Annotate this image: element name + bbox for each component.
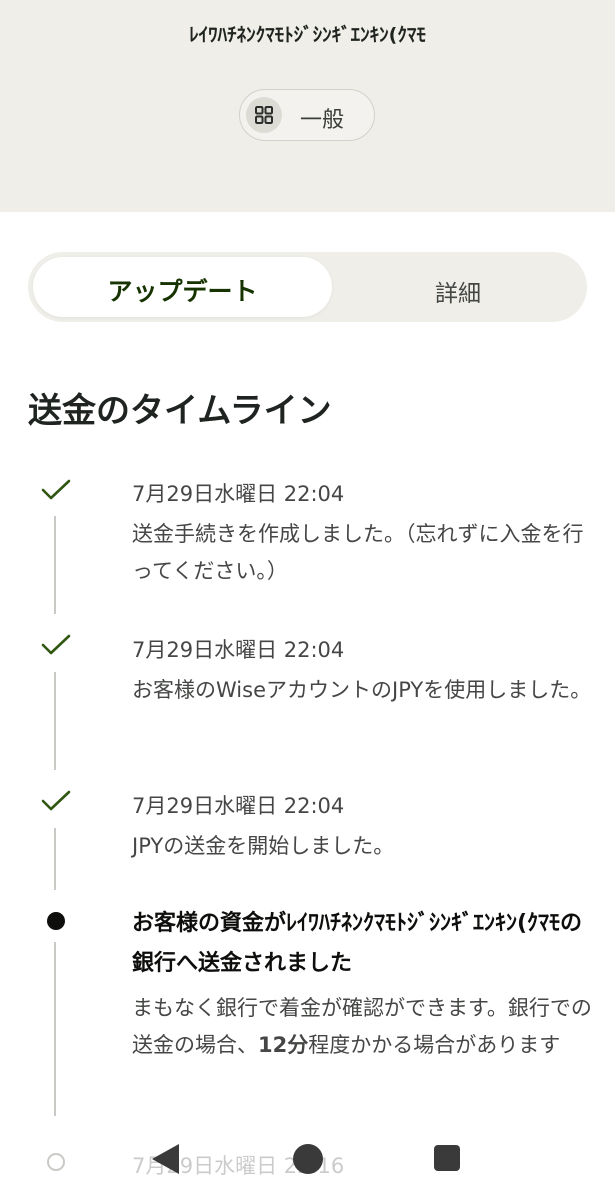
category-button[interactable]: 一般 (239, 89, 375, 141)
tab-updates[interactable]: アップデート (33, 257, 332, 317)
back-icon[interactable] (150, 1142, 182, 1176)
event-text: 送金手続きを作成しました。（忘れずに入金を行ってください。） (132, 522, 584, 583)
event-text-duration: 12分 (258, 1033, 309, 1057)
category-label: 一般 (300, 108, 345, 133)
event-text: まもなく銀行で着金が確認ができます。銀行での送金の場合、12分程度かかる場合があ… (132, 990, 594, 1064)
home-icon[interactable] (293, 1144, 323, 1174)
tab-details-label: 詳細 (435, 281, 481, 307)
timeline-connector (54, 516, 56, 614)
transfer-detail-screen: ﾚｲﾜﾊﾁﾈﾝｸﾏﾓﾄｼﾞｼﾝｷﾞｴﾝｷﾝ(ｸﾏﾓ 一般 アップデート 詳細 送… (0, 0, 615, 1200)
header: ﾚｲﾜﾊﾁﾈﾝｸﾏﾓﾄｼﾞｼﾝｷﾞｴﾝｷﾝ(ｸﾏﾓ 一般 (0, 0, 615, 212)
recipient-name: ﾚｲﾜﾊﾁﾈﾝｸﾏﾓﾄｼﾞｼﾝｷﾞｴﾝｷﾝ(ｸﾏﾓ (189, 24, 426, 46)
timeline-connector (54, 828, 56, 890)
event-date: 7月29日水曜日 22:04 (132, 638, 345, 662)
timeline-connector (54, 942, 56, 1116)
event-date: 7月29日水曜日 22:04 (132, 794, 345, 818)
tab-updates-label: アップデート (107, 277, 258, 306)
check-icon (41, 790, 71, 811)
timeline-title: 送金のタイムライン (28, 391, 332, 431)
check-icon (41, 479, 71, 500)
system-nav-bar (0, 1130, 615, 1200)
recent-apps-icon[interactable] (434, 1145, 460, 1171)
current-step-dot (47, 912, 65, 930)
event-text: お客様のWiseアカウントのJPYを使用しました。 (132, 678, 592, 702)
tab-details[interactable]: 詳細 (334, 257, 582, 317)
event-text-part: 程度かかる場合があります (308, 1033, 561, 1057)
event-title: お客様の資金がﾚｲﾜﾊﾁﾈﾝｸﾏﾓﾄｼﾞｼﾝｷﾞｴﾝｷﾝ(ｸﾏﾓの銀行へ送金され… (132, 911, 583, 976)
grid-icon (246, 97, 282, 133)
segmented-tabs: アップデート 詳細 (28, 252, 587, 322)
check-icon (41, 634, 71, 655)
timeline-connector (54, 672, 56, 770)
event-text: JPYの送金を開始しました。 (132, 834, 395, 858)
event-date: 7月29日水曜日 22:04 (132, 482, 345, 506)
